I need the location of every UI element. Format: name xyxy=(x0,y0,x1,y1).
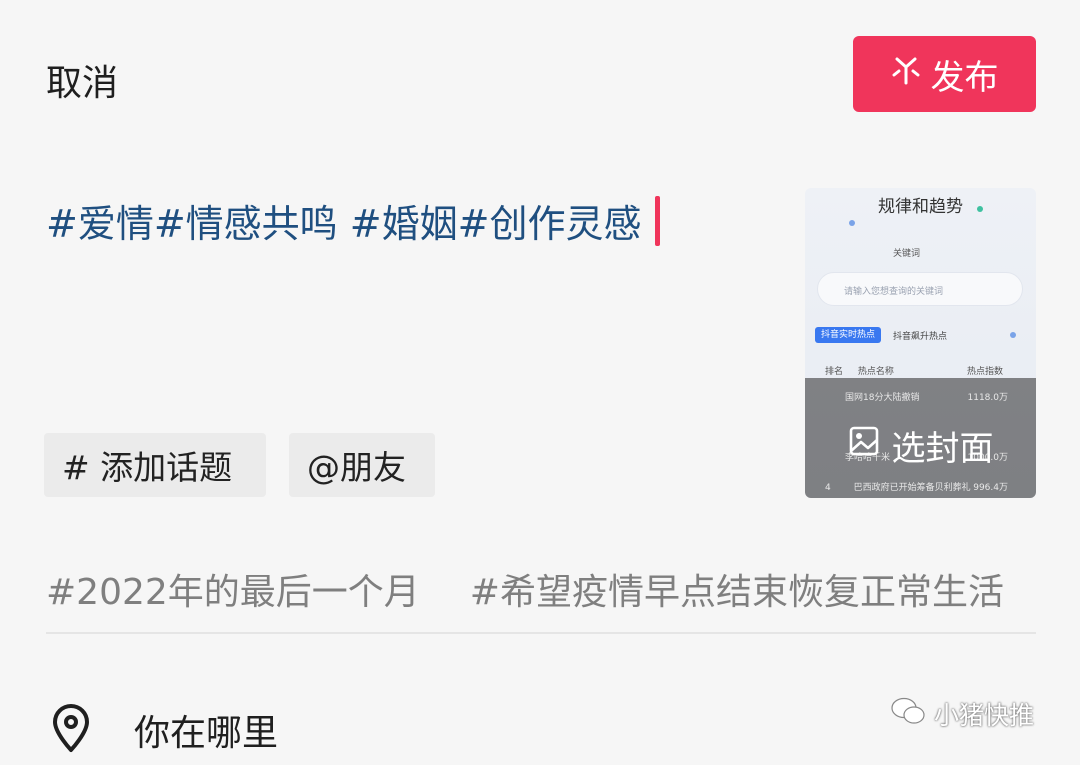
thumb-row-name: 国网18分大陆撤销 xyxy=(845,393,920,403)
publish-label: 发布 xyxy=(930,57,999,98)
thumb-table-header: 排名 热点名称 热点指数 xyxy=(825,364,1015,377)
watermark-text: 小猪快推 xyxy=(934,701,1035,730)
thumb-title: 规律和趋势 xyxy=(878,197,963,217)
thumb-row-value: 1118.0万 xyxy=(967,393,1009,403)
select-cover-button[interactable]: 选封面 xyxy=(805,420,1036,470)
divider xyxy=(46,632,1036,634)
thumb-search-box: 请输入您想查询的关键词 xyxy=(817,272,1023,306)
wechat-icon xyxy=(890,696,926,732)
thumb-row: 4 巴西政府已开始筹备贝利葬礼 996.4万 xyxy=(805,468,1036,498)
suggested-hashtag[interactable]: #希望疫情早点结束恢复正常生活 xyxy=(470,563,1004,619)
text-cursor xyxy=(655,195,661,246)
watermark: 小猪快推 xyxy=(890,696,1034,732)
thumb-tab: 抖音飙升热点 xyxy=(893,332,948,342)
location-pin-icon xyxy=(50,703,92,757)
thumb-dot xyxy=(977,206,983,212)
cover-thumbnail[interactable]: 规律和趋势 关键词 请输入您想查询的关键词 抖音实时热点 抖音飙升热点 排名 热… xyxy=(805,188,1036,498)
location-label: 你在哪里 xyxy=(134,713,279,754)
caption-text: #爱情#情感共鸣 #婚姻#创作灵感 xyxy=(46,202,642,246)
thumb-row: 国网18分大陆撤销 1118.0万 xyxy=(805,378,1036,408)
suggested-hashtags: #2022年的最后一个月 #希望疫情早点结束恢复正常生活 xyxy=(46,563,1080,619)
thumb-col-name: 热点名称 xyxy=(857,367,894,377)
thumb-row-name: 巴西政府已开始筹备贝利葬礼 xyxy=(853,483,971,493)
add-topic-button[interactable]: # 添加话题 xyxy=(44,433,266,497)
mention-friend-button[interactable]: @朋友 xyxy=(289,433,435,497)
thumb-col-rank: 排名 xyxy=(825,367,844,377)
thumb-row-value: 996.4万 xyxy=(973,483,1008,493)
caption-input[interactable]: #爱情#情感共鸣 #婚姻#创作灵感 xyxy=(46,193,661,248)
thumb-tab-active: 抖音实时热点 xyxy=(815,327,881,343)
location-row[interactable]: 你在哪里 xyxy=(50,700,278,760)
thumb-subtitle: 关键词 xyxy=(893,249,921,259)
publish-icon xyxy=(891,54,921,94)
image-icon xyxy=(848,425,880,466)
publish-screen: 取消 发布 #爱情#情感共鸣 #婚姻#创作灵感 规律和趋势 关键词 请输入您想查… xyxy=(0,0,1080,765)
thumb-row-rank: 4 xyxy=(825,483,831,493)
thumb-col-index: 热点指数 xyxy=(966,367,1003,377)
publish-button[interactable]: 发布 xyxy=(853,36,1036,112)
cancel-button[interactable]: 取消 xyxy=(46,54,118,106)
thumb-dot xyxy=(1010,332,1016,338)
select-cover-label: 选封面 xyxy=(891,428,994,469)
suggested-hashtag[interactable]: #2022年的最后一个月 xyxy=(46,563,420,619)
thumb-dot xyxy=(849,220,855,226)
